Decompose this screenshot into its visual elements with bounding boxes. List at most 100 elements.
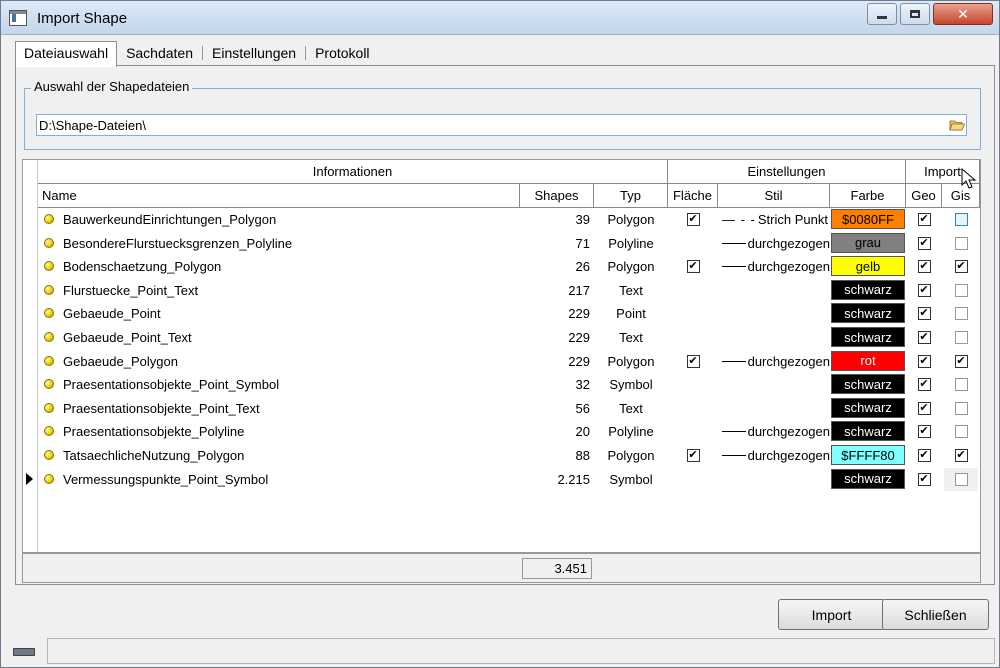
cell-typ: Polygon	[607, 448, 655, 463]
close-button[interactable]: Schließen	[882, 599, 989, 630]
geo-checkbox[interactable]: ✔	[917, 331, 931, 344]
table-row[interactable]: Gebaeude_Point 229 Point schwarz ✔	[23, 302, 980, 326]
geo-checkbox[interactable]: ✔	[917, 283, 931, 297]
farbe-swatch[interactable]: schwarz	[831, 421, 905, 442]
table-row[interactable]: Praesentationsobjekte_Point_Symbol 32 Symb…	[23, 373, 980, 397]
status-dot-icon	[44, 214, 54, 224]
cell-geo: ✔	[906, 350, 942, 373]
column-header-typ[interactable]: Typ	[594, 184, 668, 208]
tab-dateiauswahl[interactable]: Dateiauswahl	[15, 41, 118, 67]
gis-checkbox[interactable]	[954, 307, 968, 321]
geo-checkbox[interactable]: ✔	[917, 213, 931, 226]
column-header-name[interactable]: Name	[38, 184, 520, 208]
column-header-farbe[interactable]: Farbe	[830, 184, 906, 208]
table-row[interactable]: Praesentationsobjekte_Point_Text 56 Text sc…	[23, 397, 980, 421]
column-header-stil[interactable]: Stil	[718, 184, 830, 208]
cell-gis: ✔	[944, 444, 978, 467]
cell-geo: ✔	[906, 302, 942, 325]
cell-typ: Point	[616, 306, 646, 322]
table-row[interactable]: Gebaeude_Polygon 229 Polygon ✔ durchgezogen r…	[23, 350, 980, 374]
farbe-swatch[interactable]: schwarz	[831, 279, 905, 300]
tab-einstellungen[interactable]: Einstellungen	[203, 41, 305, 65]
cell-shapes: 229	[568, 306, 590, 322]
farbe-swatch[interactable]: schwarz	[831, 374, 905, 395]
status-dot-icon	[44, 332, 54, 342]
maximize-button[interactable]	[900, 3, 930, 25]
farbe-swatch[interactable]: $FFFF80	[831, 445, 905, 465]
import-button[interactable]: Import	[778, 599, 885, 630]
close-window-button[interactable]: ✕	[933, 3, 993, 25]
cell-stil[interactable]: durchgezogen	[722, 444, 830, 467]
shapefile-grid: Informationen Einstellungen Import Name …	[22, 159, 981, 553]
table-row[interactable]: Vermessungspunkte_Point_Symbol 2.215 Symbo…	[23, 467, 980, 492]
farbe-swatch[interactable]: schwarz	[831, 303, 905, 324]
gis-checkbox[interactable]: ✔	[954, 354, 968, 368]
flaeche-checkbox[interactable]: ✔	[686, 260, 700, 274]
column-header-shapes[interactable]: Shapes	[520, 184, 594, 208]
tab-protokoll[interactable]: Protokoll	[306, 41, 378, 65]
cell-stil[interactable]: durchgezogen	[722, 232, 830, 255]
table-row[interactable]: TatsaechlicheNutzung_Polygon 88 Polygon ✔ du…	[23, 444, 980, 468]
folder-open-icon[interactable]	[949, 118, 965, 132]
geo-checkbox[interactable]: ✔	[917, 236, 931, 250]
table-row[interactable]: Bodenschaetzung_Polygon 26 Polygon ✔ durchge…	[23, 255, 980, 279]
geo-checkbox[interactable]: ✔	[917, 401, 931, 415]
farbe-swatch[interactable]: rot	[831, 350, 905, 371]
geo-checkbox[interactable]: ✔	[917, 260, 931, 274]
column-header-flaeche[interactable]: Fläche	[668, 184, 718, 208]
minimize-button[interactable]	[867, 3, 897, 25]
cell-gis	[944, 468, 978, 491]
table-row[interactable]: BauwerkeundEinrichtungen_Polygon 39 Polygo…	[23, 208, 980, 232]
table-row[interactable]: Gebaeude_Point_Text 229 Text schwarz ✔	[23, 326, 980, 350]
gis-checkbox[interactable]	[954, 401, 968, 415]
gis-checkbox[interactable]	[954, 236, 968, 250]
flaeche-checkbox[interactable]: ✔	[686, 449, 700, 462]
status-dot-icon	[44, 308, 54, 319]
column-header-geo[interactable]: Geo	[906, 184, 942, 208]
tab-sachdaten[interactable]: Sachdaten	[117, 41, 202, 65]
geo-checkbox[interactable]: ✔	[917, 378, 931, 392]
gis-checkbox[interactable]: ✔	[954, 260, 968, 274]
table-row[interactable]: BesondereFlurstuecksgrenzen_Polyline 71 Po…	[23, 232, 980, 256]
geo-checkbox[interactable]: ✔	[917, 425, 931, 439]
table-row[interactable]: Flurstuecke_Point_Text 217 Text schwarz ✔	[23, 279, 980, 303]
flaeche-checkbox[interactable]: ✔	[686, 354, 700, 368]
gis-checkbox[interactable]	[954, 378, 968, 392]
cell-geo: ✔	[906, 326, 942, 349]
farbe-swatch[interactable]: schwarz	[831, 468, 905, 489]
cell-geo: ✔	[906, 255, 942, 278]
cell-shapes: 32	[575, 377, 590, 393]
geo-checkbox[interactable]: ✔	[917, 472, 931, 486]
farbe-swatch[interactable]: schwarz	[831, 327, 905, 347]
solid-line-icon	[722, 360, 746, 362]
farbe-swatch[interactable]: gelb	[831, 256, 905, 277]
cell-stil[interactable]: — - - Strich Punkt	[722, 208, 830, 231]
cell-stil[interactable]: durchgezogen	[722, 420, 830, 443]
geo-checkbox[interactable]: ✔	[917, 307, 931, 321]
cell-name: BauwerkeundEinrichtungen_Polygon	[63, 212, 277, 227]
cell-typ: Symbol	[609, 377, 653, 393]
cell-stil[interactable]: durchgezogen	[722, 350, 830, 373]
cell-shapes: 2.215	[557, 471, 590, 487]
gis-checkbox[interactable]	[954, 283, 968, 297]
cell-stil[interactable]: durchgezogen	[722, 255, 830, 278]
farbe-swatch[interactable]: grau	[831, 232, 905, 253]
table-row[interactable]: Praesentationsobjekte_Polyline 20 Polyline…	[23, 420, 980, 444]
gis-checkbox[interactable]: ✔	[954, 449, 968, 462]
geo-checkbox[interactable]: ✔	[917, 354, 931, 368]
gis-checkbox[interactable]	[954, 472, 968, 486]
cell-geo: ✔	[906, 397, 942, 420]
stil-label: durchgezogen	[747, 259, 830, 275]
path-input[interactable]	[36, 114, 967, 136]
gis-checkbox[interactable]	[954, 331, 968, 344]
gis-checkbox[interactable]	[954, 213, 968, 226]
gis-checkbox[interactable]	[954, 425, 968, 439]
cell-gis	[944, 279, 978, 302]
geo-checkbox[interactable]: ✔	[917, 449, 931, 462]
farbe-swatch[interactable]: $0080FF	[831, 209, 905, 229]
status-dot-icon	[44, 237, 54, 248]
flaeche-checkbox[interactable]: ✔	[686, 213, 700, 226]
status-bar-icon	[13, 648, 35, 656]
window-title: Import Shape	[37, 10, 128, 27]
farbe-swatch[interactable]: schwarz	[831, 397, 905, 418]
